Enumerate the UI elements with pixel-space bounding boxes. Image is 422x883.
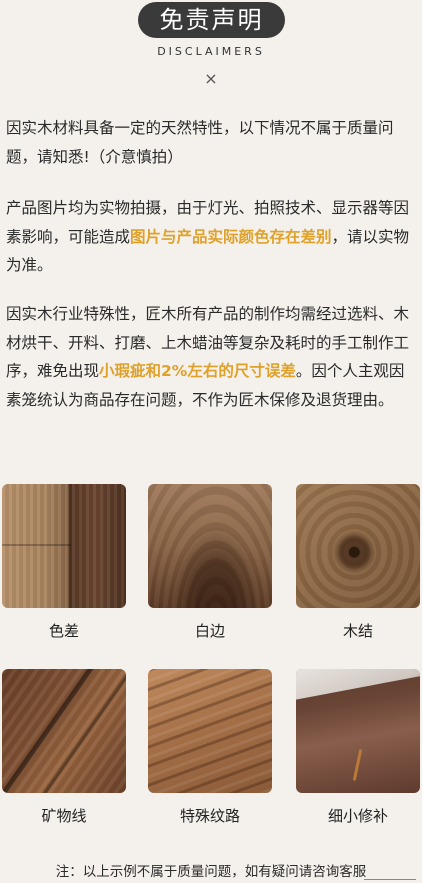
page-title: 免责声明	[138, 2, 285, 38]
sample-label-wood-knot: 木结	[342, 622, 373, 640]
intro-paragraph: 因实木材料具备一定的天然特性，以下情况不属于质量问题，请知悉!（介意慎拍）	[6, 119, 394, 166]
sample-label-minor-repair: 细小修补	[327, 807, 388, 825]
sample-image-mineral-streak	[2, 669, 126, 793]
close-icon[interactable]: ×	[201, 69, 221, 89]
craft-tolerance-paragraph: 因实木行业特殊性，匠木所有产品的制作均需经过选料、木材烘干、开料、打磨、上木蜡油…	[6, 300, 416, 414]
photo-color-paragraph: 产品图片均为实物拍摄，由于灯光、拍照技术、显示器等因素影响，可能造成图片与产品实…	[6, 194, 416, 280]
sample-label-special-grain: 特殊纹路	[179, 807, 240, 825]
sample-image-minor-repair	[296, 669, 420, 793]
sample-image-color-difference	[2, 484, 126, 608]
sample-image-sapwood-edge	[148, 484, 272, 608]
sample-label-sapwood-edge: 白边	[194, 622, 225, 640]
photo-color-highlight: 图片与产品实际颜色存在差别	[130, 227, 332, 246]
craft-tolerance-highlight: 小瑕疵和2%左右的尺寸误差	[99, 362, 296, 380]
sample-label-mineral-streak: 矿物线	[41, 807, 87, 825]
page-subtitle: DISCLAIMERS	[157, 45, 265, 58]
sample-label-color-difference: 色差	[48, 622, 79, 640]
sample-image-special-grain	[148, 669, 272, 793]
footer-note: 注：以上示例不属于质量问题，如有疑问请咨询客服	[55, 864, 367, 880]
sample-image-wood-knot	[296, 484, 420, 608]
footer-divider	[364, 879, 416, 880]
